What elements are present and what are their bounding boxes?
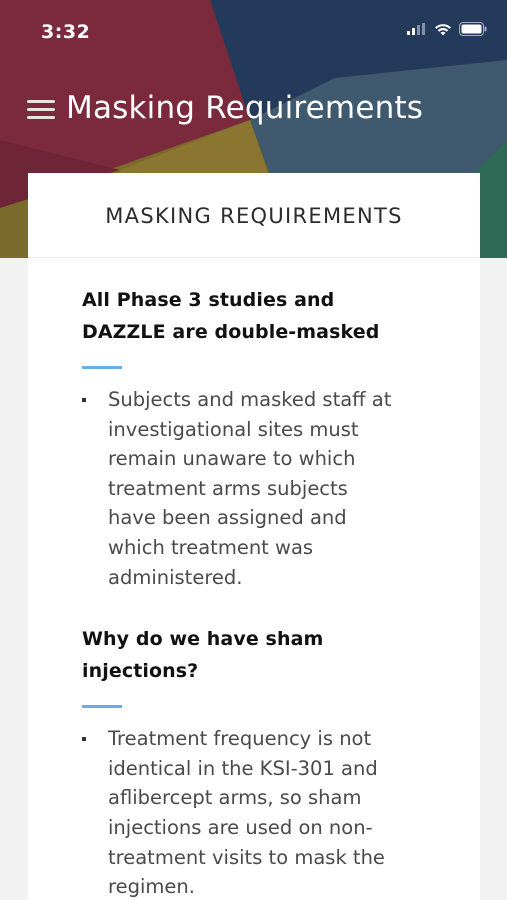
bullet-line: Subjects and masked staff at	[108, 388, 392, 411]
heading-line: DAZZLE are double-masked	[82, 321, 380, 343]
bullet-line: injections are used on non-	[108, 815, 373, 839]
cellular-signal-icon	[407, 23, 425, 35]
bullet-list: Treatment frequency is not identical in …	[82, 724, 426, 900]
hamburger-menu-icon[interactable]	[27, 100, 55, 120]
bullet-line: investigational sites must	[108, 417, 359, 441]
bullet-icon	[82, 398, 86, 402]
battery-icon	[459, 22, 487, 36]
accent-divider	[82, 705, 122, 709]
bullet-line: regimen.	[108, 875, 195, 899]
status-bar: 3:32	[0, 0, 507, 64]
bullet-line: have been assigned and	[108, 506, 347, 530]
status-time: 3:32	[41, 21, 91, 43]
bullet-line: which treatment was	[108, 535, 314, 559]
bullet-line: administered.	[108, 565, 243, 589]
section-heading: Why do we have sham injections?	[82, 623, 426, 687]
bullet-item: Treatment frequency is not identical in …	[82, 724, 426, 900]
bullet-line: treatment visits to mask the	[108, 845, 385, 869]
app-bar: Masking Requirements	[0, 78, 507, 142]
status-icons	[407, 22, 487, 36]
page-title: Masking Requirements	[66, 90, 424, 126]
bullet-line: identical in the KSI-301 and	[108, 756, 378, 780]
accent-divider	[82, 366, 122, 369]
heading-line: injections?	[82, 660, 199, 683]
bullet-item: Subjects and masked staff at investigati…	[82, 385, 426, 592]
heading-line: All Phase 3 studies and	[82, 289, 335, 311]
content-section: All Phase 3 studies and DAZZLE are doubl…	[28, 258, 480, 592]
content-section: Why do we have sham injections? Treatmen…	[28, 592, 480, 900]
heading-line: Why do we have sham	[82, 628, 324, 651]
section-heading: All Phase 3 studies and DAZZLE are doubl…	[82, 284, 426, 348]
bullet-line: treatment arms subjects	[108, 476, 348, 500]
content-card: MASKING REQUIREMENTS All Phase 3 studies…	[28, 173, 480, 900]
bullet-line: aflibercept arms, so sham	[108, 786, 362, 810]
bullet-line: Treatment frequency is not	[108, 727, 372, 751]
bullet-icon	[82, 737, 86, 742]
wifi-icon	[435, 23, 451, 35]
bullet-line: remain unaware to which	[108, 447, 356, 471]
card-header: MASKING REQUIREMENTS	[28, 173, 480, 258]
bullet-list: Subjects and masked staff at investigati…	[82, 385, 426, 592]
card-title: MASKING REQUIREMENTS	[105, 204, 403, 228]
